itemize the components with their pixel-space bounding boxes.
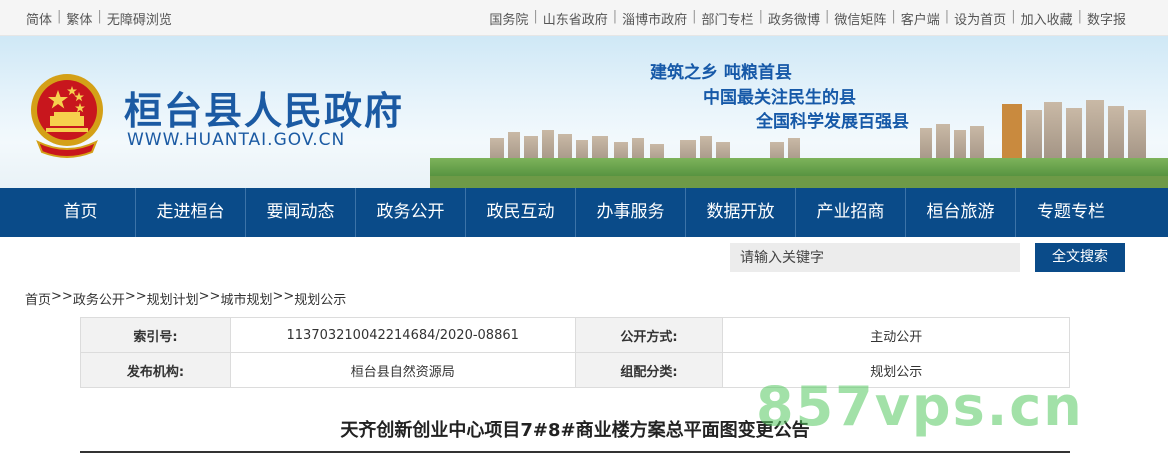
publisher-label: 发布机构: — [80, 352, 231, 388]
breadcrumb-separator: >> — [198, 289, 221, 304]
site-banner: 桓台县人民政府 WWW.HUANTAI.GOV.CN 建筑之乡 吨粮首县 中国最… — [0, 36, 1168, 188]
breadcrumb-separator: >> — [51, 289, 73, 304]
national-emblem-icon — [31, 74, 103, 158]
link-shandong-gov[interactable]: 山东省政府 — [543, 9, 608, 28]
nav-item-investment[interactable]: 产业招商 — [796, 188, 906, 237]
mode-value: 主动公开 — [722, 317, 1070, 353]
top-bar-right-links: 国务院 | 山东省政府 | 淄博市政府 | 部门专栏 | 政务微博 | 微信矩阵… — [489, 9, 1126, 28]
top-bar: 简体 | 繁体 | 无障碍浏览 国务院 | 山东省政府 | 淄博市政府 | 部门… — [0, 0, 1168, 36]
link-simplified[interactable]: 简体 — [26, 9, 52, 28]
separator: | — [57, 9, 62, 24]
top-bar-left-links: 简体 | 繁体 | 无障碍浏览 — [26, 9, 172, 28]
table-row: 索引号: 11370321004221468​4/2020-08861 公开方式… — [80, 317, 1070, 353]
site-url: WWW.HUANTAI.GOV.CN — [127, 130, 346, 150]
breadcrumb-separator: >> — [272, 289, 295, 304]
slogan-1: 建筑之乡 吨粮首县 — [650, 63, 792, 83]
separator: | — [1011, 9, 1016, 24]
site-title: 桓台县人民政府 — [124, 89, 405, 133]
index-value: 11370321004221468​4/2020-08861 — [229, 317, 576, 353]
separator: | — [612, 9, 618, 24]
nav-item-topics[interactable]: 专题专栏 — [1016, 188, 1126, 237]
separator: | — [824, 9, 830, 24]
separator: | — [692, 9, 697, 24]
nav-item-open-data[interactable]: 数据开放 — [686, 188, 796, 237]
nav-item-home[interactable]: 首页 — [26, 188, 136, 237]
separator: | — [944, 9, 950, 24]
link-state-council[interactable]: 国务院 — [489, 9, 528, 28]
link-traditional[interactable]: 繁体 — [66, 9, 92, 28]
mode-label: 公开方式: — [574, 317, 724, 353]
link-digital-paper[interactable]: 数字报 — [1087, 9, 1126, 28]
title-divider — [80, 451, 1070, 453]
link-departments[interactable]: 部门专栏 — [702, 9, 754, 28]
nav-item-open-gov[interactable]: 政务公开 — [356, 188, 466, 237]
nav-item-news[interactable]: 要闻动态 — [246, 188, 356, 237]
search-input[interactable] — [730, 243, 1020, 272]
category-label: 组配分类: — [574, 352, 724, 388]
index-label: 索引号: — [80, 317, 231, 353]
publisher-value: 桓台县自然资源局 — [229, 352, 576, 388]
breadcrumb-home[interactable]: 首页 — [25, 289, 51, 308]
link-client[interactable]: 客户端 — [901, 9, 940, 28]
slogan-2: 中国最关注民生的县 — [703, 88, 856, 108]
nav-item-services[interactable]: 办事服务 — [576, 188, 686, 237]
link-accessibility[interactable]: 无障碍浏览 — [107, 9, 172, 28]
watermark: 857vps.cn — [756, 375, 1084, 438]
breadcrumb-urban-planning[interactable]: 城市规划 — [220, 289, 272, 308]
link-weibo[interactable]: 政务微博 — [768, 9, 820, 28]
link-wechat[interactable]: 微信矩阵 — [834, 9, 886, 28]
separator: | — [533, 9, 538, 24]
nav-item-interaction[interactable]: 政民互动 — [466, 188, 576, 237]
separator: | — [758, 9, 763, 24]
breadcrumb-planning-notice[interactable]: 规划公示 — [294, 289, 346, 308]
main-nav: 首页 走进桓台 要闻动态 政务公开 政民互动 办事服务 数据开放 产业招商 桓台… — [0, 188, 1168, 237]
breadcrumb-open-gov[interactable]: 政务公开 — [73, 289, 125, 308]
breadcrumb-separator: >> — [124, 289, 147, 304]
link-zibo-gov[interactable]: 淄博市政府 — [622, 9, 687, 28]
separator: | — [1077, 9, 1082, 24]
link-bookmark[interactable]: 加入收藏 — [1021, 9, 1073, 28]
separator: | — [891, 9, 896, 24]
slogan-3: 全国科学发展百强县 — [756, 112, 909, 132]
link-set-homepage[interactable]: 设为首页 — [954, 9, 1006, 28]
fulltext-search-button[interactable]: 全文搜索 — [1035, 243, 1125, 272]
nav-item-about[interactable]: 走进桓台 — [136, 188, 246, 237]
breadcrumb-plans[interactable]: 规划计划 — [147, 289, 199, 308]
separator: | — [97, 9, 102, 24]
nav-item-tourism[interactable]: 桓台旅游 — [906, 188, 1016, 237]
breadcrumb: 首页 >> 政务公开 >> 规划计划 >> 城市规划 >> 规划公示 — [25, 289, 346, 308]
